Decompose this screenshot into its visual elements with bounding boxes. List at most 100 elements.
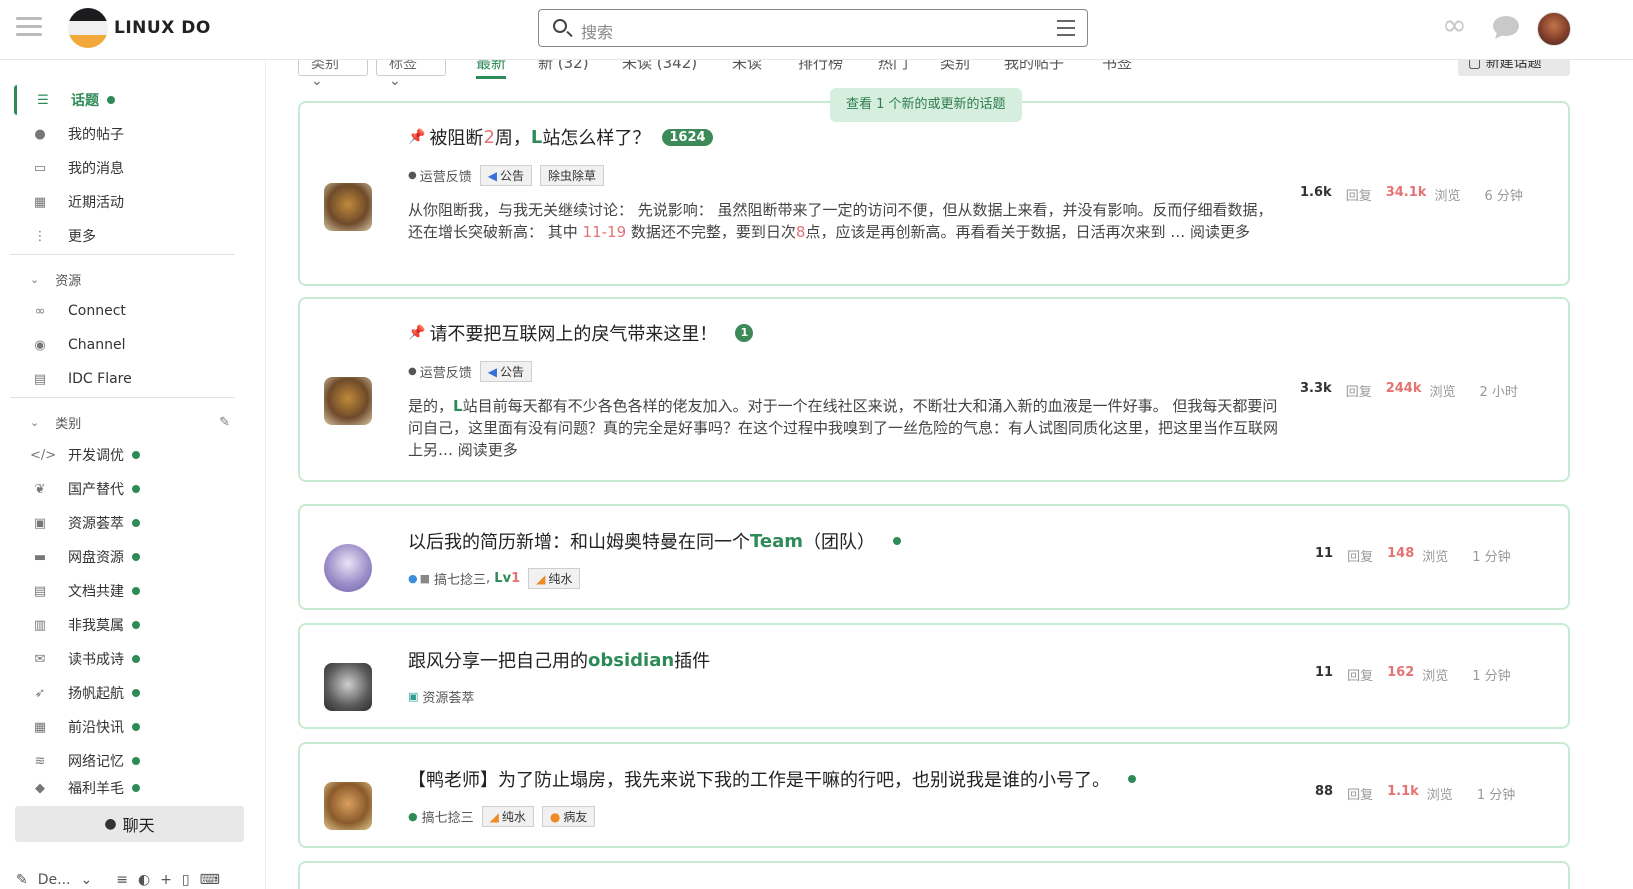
level-label[interactable]: Lv1 [494,571,520,586]
tag-water[interactable]: ◢ 纯水 [528,568,581,589]
sidebar-item-more[interactable]: ⋮ 更多 [14,221,244,251]
tag-bugfix[interactable]: 除虫除草 [540,165,605,186]
topic-card[interactable]: 以后我的简历新增：和山姆奥特曼在同一个 Team （团队） ● ■ 搞七捻三 , … [298,504,1570,610]
site-name[interactable]: LINUX DO [114,18,211,38]
topic-card[interactable]: 跟风分享一把自己用的 obsidian 插件 ▣ 资源荟萃 11 回复 162 浏览 1… [298,623,1570,729]
avatar[interactable] [324,663,372,711]
tab-latest[interactable]: 最新 [476,60,507,79]
topic-card[interactable] [298,861,1570,889]
activity-time[interactable]: 1 分钟 [1472,665,1510,684]
contrast-icon[interactable]: ◐ [138,872,150,888]
avatar[interactable] [324,782,372,830]
megaphone-icon: ◀ [487,169,497,183]
sidebar-item-idc-flare[interactable]: ▤ IDC Flare [14,364,244,394]
topic-card[interactable]: 📌 被阻断 2 周， L 站怎么样了？ 1624 ● 运营反馈 ◀ 公告 除虫除草 从你阻… [298,101,1570,286]
activity-time[interactable]: 1 分钟 [1472,546,1510,565]
activity-time[interactable]: 6 分钟 [1484,185,1522,204]
topic-excerpt[interactable]: 从你阻断我，与我无关继续讨论： 先说影响： 虽然阻断带来了一定的访问不便，但从数… [408,199,1278,243]
tag-water[interactable]: ◢ 纯水 [481,806,534,827]
filter-icon[interactable]: ≡ [116,872,128,888]
sidebar-category-item[interactable]: ≋ 网络记忆 [14,746,244,776]
keyboard-icon[interactable]: ⌨ [200,872,220,888]
categories-section-header[interactable]: ⌄ 类别 ✎ [30,413,230,432]
tag-announcement[interactable]: ◀ 公告 [479,165,532,186]
sidebar-item-recent-activity[interactable]: ▦ 近期活动 [14,187,244,217]
sidebar-item-my-posts[interactable]: ● 我的帖子 [14,119,244,149]
tab-leaderboard[interactable]: 排行榜 [798,60,843,73]
brush-icon[interactable]: ✎ [16,872,28,888]
menu-icon[interactable] [16,17,42,37]
sidebar-category-item[interactable]: ❦ 国产替代 [14,474,244,504]
category-link[interactable]: 资源荟萃 [422,687,474,706]
sidebar-category-item[interactable]: ▣ 资源荟萃 [14,508,244,538]
tag-dropdown[interactable]: 标签 ⌄ [376,60,446,89]
sidebar-item-my-messages[interactable]: ▭ 我的消息 [14,153,244,183]
topic-card[interactable]: 📌 请不要把互联网上的戾气带来这里！ 1 ● 运营反馈 ◀ 公告 是的，L站目前每… [298,297,1570,482]
title-text: 周， [494,128,531,149]
activity-time[interactable]: 1 分钟 [1477,784,1515,803]
user-avatar[interactable] [1537,12,1571,46]
sidebar-category-item[interactable]: ◆ 福利羊毛 [14,780,244,796]
chat-button[interactable]: ● 聊天 [15,806,244,842]
reply-count[interactable]: 88 [1315,784,1333,803]
new-dot [132,587,140,595]
briefcase-icon: ▥ [33,617,47,633]
sidebar-category-item[interactable]: ▥ 非我莫属 [14,610,244,640]
chevron-down-icon[interactable]: ⌄ [80,872,92,888]
avatar[interactable] [324,544,372,592]
category-label: 文档共建 [68,584,124,600]
topic-card[interactable]: 【鸭老师】为了防止塌房，我先来说下我的工作是干嘛的行吧，也别说我是谁的小号了。 … [298,742,1570,848]
tag-announcement[interactable]: ◀ 公告 [479,361,532,382]
tab-unread[interactable]: 未读 [732,60,762,73]
tab-categories[interactable]: 类别 [940,60,970,73]
site-logo[interactable] [68,8,108,48]
sidebar-item-connect[interactable]: ∞ Connect [14,296,244,326]
topic-excerpt[interactable]: 是的，L站目前每天都有不少各色各样的佬友加入。对于一个在线社区来说，不断壮大和涌… [408,395,1278,461]
theme-selector[interactable]: De... [38,872,71,888]
sidebar-category-item[interactable]: ▦ 前沿快讯 [14,712,244,742]
activity-time[interactable]: 2 小时 [1480,381,1518,400]
edit-pencil-icon[interactable]: ✎ [219,415,230,430]
tab-hot[interactable]: 热门 [878,60,908,73]
category-dropdown[interactable]: 类别 ⌄ [298,60,368,89]
chat-bubble-icon[interactable] [1492,14,1520,46]
phone-icon[interactable]: ▯ [182,872,190,888]
new-topics-banner[interactable]: 查看 1 个新的或更新的话题 [830,88,1022,122]
topic-title[interactable]: 📌 被阻断 2 周， L 站怎么样了？ 1624 [408,124,713,150]
search-input[interactable]: 搜索 [538,9,1088,47]
category-link[interactable]: 搞七捻三 [422,807,474,826]
avatar[interactable] [324,377,372,425]
search-options-icon[interactable] [1057,20,1075,36]
tab-new[interactable]: 新 (32) [538,60,589,73]
unread-count-badge[interactable]: 1 [735,324,754,342]
resources-section-header[interactable]: ⌄ 资源 [30,270,81,289]
topic-title[interactable]: 跟风分享一把自己用的 obsidian 插件 [408,647,710,673]
sidebar-category-item[interactable]: ✉ 读书成诗 [14,644,244,674]
topic-title[interactable]: 📌 请不要把互联网上的戾气带来这里！ 1 [408,320,754,346]
tab-bookmarks[interactable]: 书签 [1102,60,1132,73]
sidebar-item-channel[interactable]: ◉ Channel [14,330,244,360]
avatar[interactable] [324,183,372,231]
reply-count[interactable]: 11 [1315,546,1333,565]
tag-patient[interactable]: ● 病友 [541,806,596,827]
reply-count[interactable]: 11 [1315,665,1333,684]
new-topic-button[interactable]: ▢ 新建话题 [1458,60,1570,76]
reply-count[interactable]: 3.3k [1300,381,1332,400]
reply-count[interactable]: 1.6k [1300,185,1332,204]
topic-title[interactable]: 【鸭老师】为了防止塌房，我先来说下我的工作是干嘛的行吧，也别说我是谁的小号了。 [408,766,1136,792]
sidebar-category-item[interactable]: </> 开发调优 [14,440,244,470]
unread-count-badge[interactable]: 1624 [662,128,713,146]
topic-title[interactable]: 以后我的简历新增：和山姆奥特曼在同一个 Team （团队） [408,528,901,554]
category-link[interactable]: 搞七捻三 [434,569,486,588]
category-link[interactable]: 运营反馈 [420,166,472,185]
sidebar-category-item[interactable]: ▬ 网盘资源 [14,542,244,572]
sidebar-category-item[interactable]: ▤ 文档共建 [14,576,244,606]
sidebar-category-item[interactable]: ➶ 扬帆起航 [14,678,244,708]
category-link[interactable]: 运营反馈 [420,362,472,381]
sidebar-item-label: Connect [68,303,126,319]
tab-my-posts[interactable]: 我的帖子 [1004,60,1064,73]
sidebar-item-topics[interactable]: ☰ 话题 [14,85,244,115]
plus-icon[interactable]: + [160,872,172,888]
infinity-icon[interactable]: ∞ [1442,11,1467,41]
tab-unread-count[interactable]: 未读 (342) [622,60,697,73]
